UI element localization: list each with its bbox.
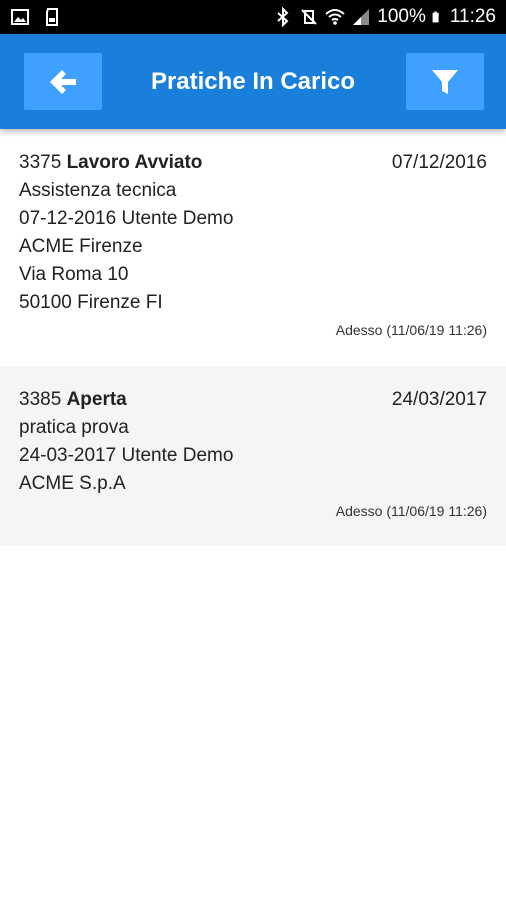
signal-icon [353, 9, 370, 25]
item-city: 50100 Firenze FI [19, 292, 163, 313]
item-company: ACME Firenze [19, 236, 143, 257]
item-date: 07/12/2016 [391, 152, 487, 173]
item-number: 3385 [19, 389, 62, 410]
battery-icon [432, 11, 439, 23]
list-item[interactable]: 3385 Aperta 24/03/2017 pratica prova 24-… [0, 366, 506, 546]
status-bar: 100% 11:26 [0, 0, 506, 34]
item-status: Lavoro Avviato [66, 152, 203, 173]
item-description: Assistenza tecnica [19, 180, 177, 201]
list-item[interactable]: 3375 Lavoro Avviato 07/12/2016 Assistenz… [0, 129, 506, 366]
clock: 11:26 [449, 6, 496, 27]
sd-card-notification-icon [46, 8, 58, 26]
item-address: Via Roma 10 [19, 264, 129, 285]
pratiche-list: 3375 Lavoro Avviato 07/12/2016 Assistenz… [0, 129, 506, 546]
filter-icon [432, 69, 458, 94]
item-updated: Adesso (11/06/19 11:26) [335, 503, 487, 519]
image-notification-icon [11, 9, 29, 25]
status-bar-notifications [10, 7, 62, 27]
item-date: 24/03/2017 [391, 389, 487, 410]
filter-button[interactable] [406, 53, 484, 110]
item-company: ACME S.p.A [19, 473, 126, 494]
status-bar-system: 100% 11:26 [273, 6, 496, 28]
app-bar: Pratiche In Carico [0, 34, 506, 129]
item-number: 3375 [19, 152, 62, 173]
vibrate-mute-icon [301, 9, 317, 25]
item-updated: Adesso (11/06/19 11:26) [335, 322, 487, 338]
wifi-icon [325, 9, 345, 25]
bluetooth-icon [277, 7, 289, 27]
battery-percent: 100% [377, 6, 426, 27]
item-status: Aperta [66, 389, 127, 410]
item-opened: 07-12-2016 Utente Demo [19, 208, 234, 229]
item-opened: 24-03-2017 Utente Demo [19, 445, 234, 466]
item-description: pratica prova [19, 417, 129, 438]
